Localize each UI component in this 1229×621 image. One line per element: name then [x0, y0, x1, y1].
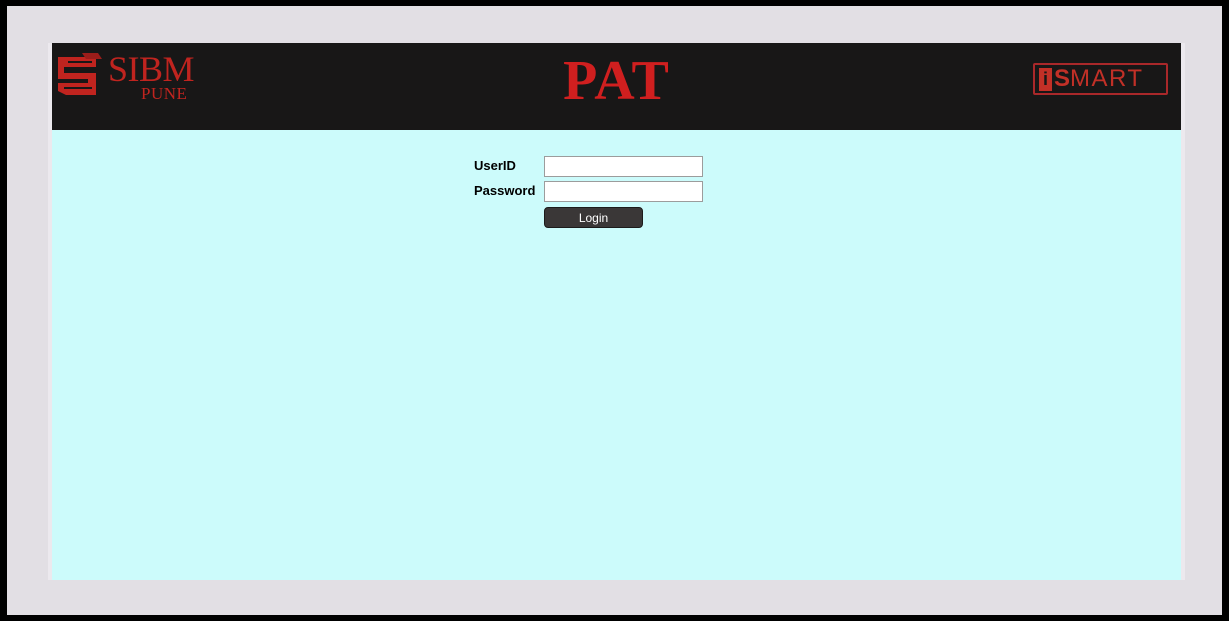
- header-bar: SIBM PUNE PAT i S MART: [52, 43, 1181, 130]
- page-title: PAT: [563, 50, 670, 112]
- userid-label: UserID: [474, 158, 516, 173]
- login-button[interactable]: Login: [544, 207, 643, 228]
- ismart-logo-text: MART: [1070, 65, 1144, 92]
- password-label: Password: [474, 183, 536, 198]
- ismart-logo-s: S: [1054, 65, 1071, 92]
- userid-input[interactable]: [544, 156, 703, 177]
- password-input[interactable]: [544, 181, 703, 202]
- login-form: UserID Password Login: [473, 155, 713, 235]
- ismart-logo: i S MART: [1033, 63, 1168, 95]
- ismart-logo-i: i: [1039, 67, 1052, 91]
